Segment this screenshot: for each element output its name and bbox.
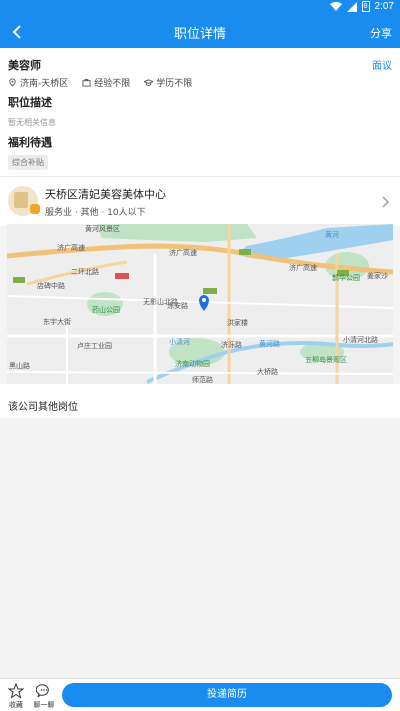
map-label: 济南动物园 (175, 359, 210, 368)
map-label: 黄河 (325, 230, 339, 239)
map-label: 济广高速 (289, 263, 317, 272)
chat-bubble-icon (36, 684, 49, 698)
chevron-right-icon (382, 196, 389, 208)
map-label: 小清河北路 (343, 335, 378, 344)
chat-button[interactable]: 聊一聊 (32, 683, 56, 710)
map-label: 药山公园 (92, 305, 120, 314)
favorite-label: 收藏 (9, 701, 23, 709)
description-text: 暂无相关信息 (8, 118, 56, 127)
map-label: 黄河路 (259, 339, 280, 348)
favorite-button[interactable]: 收藏 (4, 683, 28, 710)
app-bar: 职位详情 分享 (0, 16, 400, 48)
job-title: 美容师 (8, 59, 41, 72)
map-label: 姜家沙 (367, 271, 388, 280)
chat-label: 聊一聊 (33, 701, 55, 709)
location-item: 济南-天桥区 (8, 76, 68, 89)
status-bar: 8 2:07 (0, 0, 400, 16)
company-name: 天桥区清妃美容美体中心 (45, 188, 166, 201)
company-info: 服务业 · 其他 · 10人以下 (45, 208, 146, 218)
benefit-tag: 综合补贴 (8, 155, 48, 170)
building-icon (14, 192, 28, 208)
map-label: 卢庄工业园 (77, 341, 112, 350)
location-pin-icon (9, 78, 16, 87)
briefcase-icon (82, 78, 91, 87)
submit-resume-button[interactable]: 投递简历 (62, 683, 392, 707)
experience-text: 经验不限 (94, 79, 131, 89)
map-label: 东宇大街 (43, 317, 71, 326)
other-positions-section: 该公司其他岗位 (0, 384, 400, 418)
map-label: 大桥路 (257, 367, 278, 376)
battery-icon: 8 (361, 1, 370, 12)
map-label: 黄河风景区 (85, 224, 120, 233)
job-meta: 济南-天桥区 经验不限 学历不限 (8, 76, 192, 89)
map-label: 师范路 (192, 375, 213, 384)
education-text: 学历不限 (156, 79, 193, 89)
map-label: 泺安路 (167, 301, 188, 310)
map-canvas: 黄河风景区 济广高速 济广高速 济广高速 黄河 鹊华公园 姜家沙 二环北路 店碑… (7, 224, 393, 384)
map-label: 洪家楼 (227, 318, 248, 327)
company-row[interactable]: 天桥区清妃美容美体中心 服务业 · 其他 · 10人以下 (0, 176, 400, 226)
map-label: 济广高速 (57, 243, 85, 252)
location-map[interactable]: 黄河风景区 济广高速 济广高速 济广高速 黄河 鹊华公园 姜家沙 二环北路 店碑… (7, 224, 393, 384)
map-label: 店碑中路 (37, 281, 65, 290)
map-label: 鹊华公园 (332, 273, 360, 282)
education-item: 学历不限 (144, 76, 192, 89)
experience-item: 经验不限 (82, 76, 130, 89)
signal-icon (346, 1, 357, 12)
page-title: 职位详情 (173, 27, 226, 42)
map-label: 小清河 (169, 337, 190, 346)
job-info-card: 美容师 面议 济南-天桥区 经验不限 学历不限 职位描述 暂无相关信息 福利待遇 (0, 48, 400, 176)
share-button[interactable]: 分享 (370, 25, 392, 41)
bottom-action-bar: 收藏 聊一聊 投递简历 (0, 678, 400, 711)
map-label: 二环北路 (71, 267, 99, 276)
location-text: 济南-天桥区 (20, 79, 69, 89)
map-label: 五柳岛景观区 (305, 355, 347, 364)
map-label: 济泺路 (221, 340, 242, 349)
map-label: 济广高速 (169, 248, 197, 257)
badge-icon (30, 204, 40, 214)
company-logo (8, 186, 40, 216)
benefits-title: 福利待遇 (8, 136, 52, 149)
other-positions-title: 该公司其他岗位 (8, 402, 78, 413)
salary-label: 面议 (372, 61, 392, 72)
map-label: 黑山路 (9, 361, 30, 370)
clock: 2:07 (374, 1, 394, 12)
star-icon (8, 683, 24, 699)
graduation-cap-icon (144, 79, 154, 86)
wifi-icon (329, 1, 342, 11)
description-title: 职位描述 (8, 96, 52, 109)
